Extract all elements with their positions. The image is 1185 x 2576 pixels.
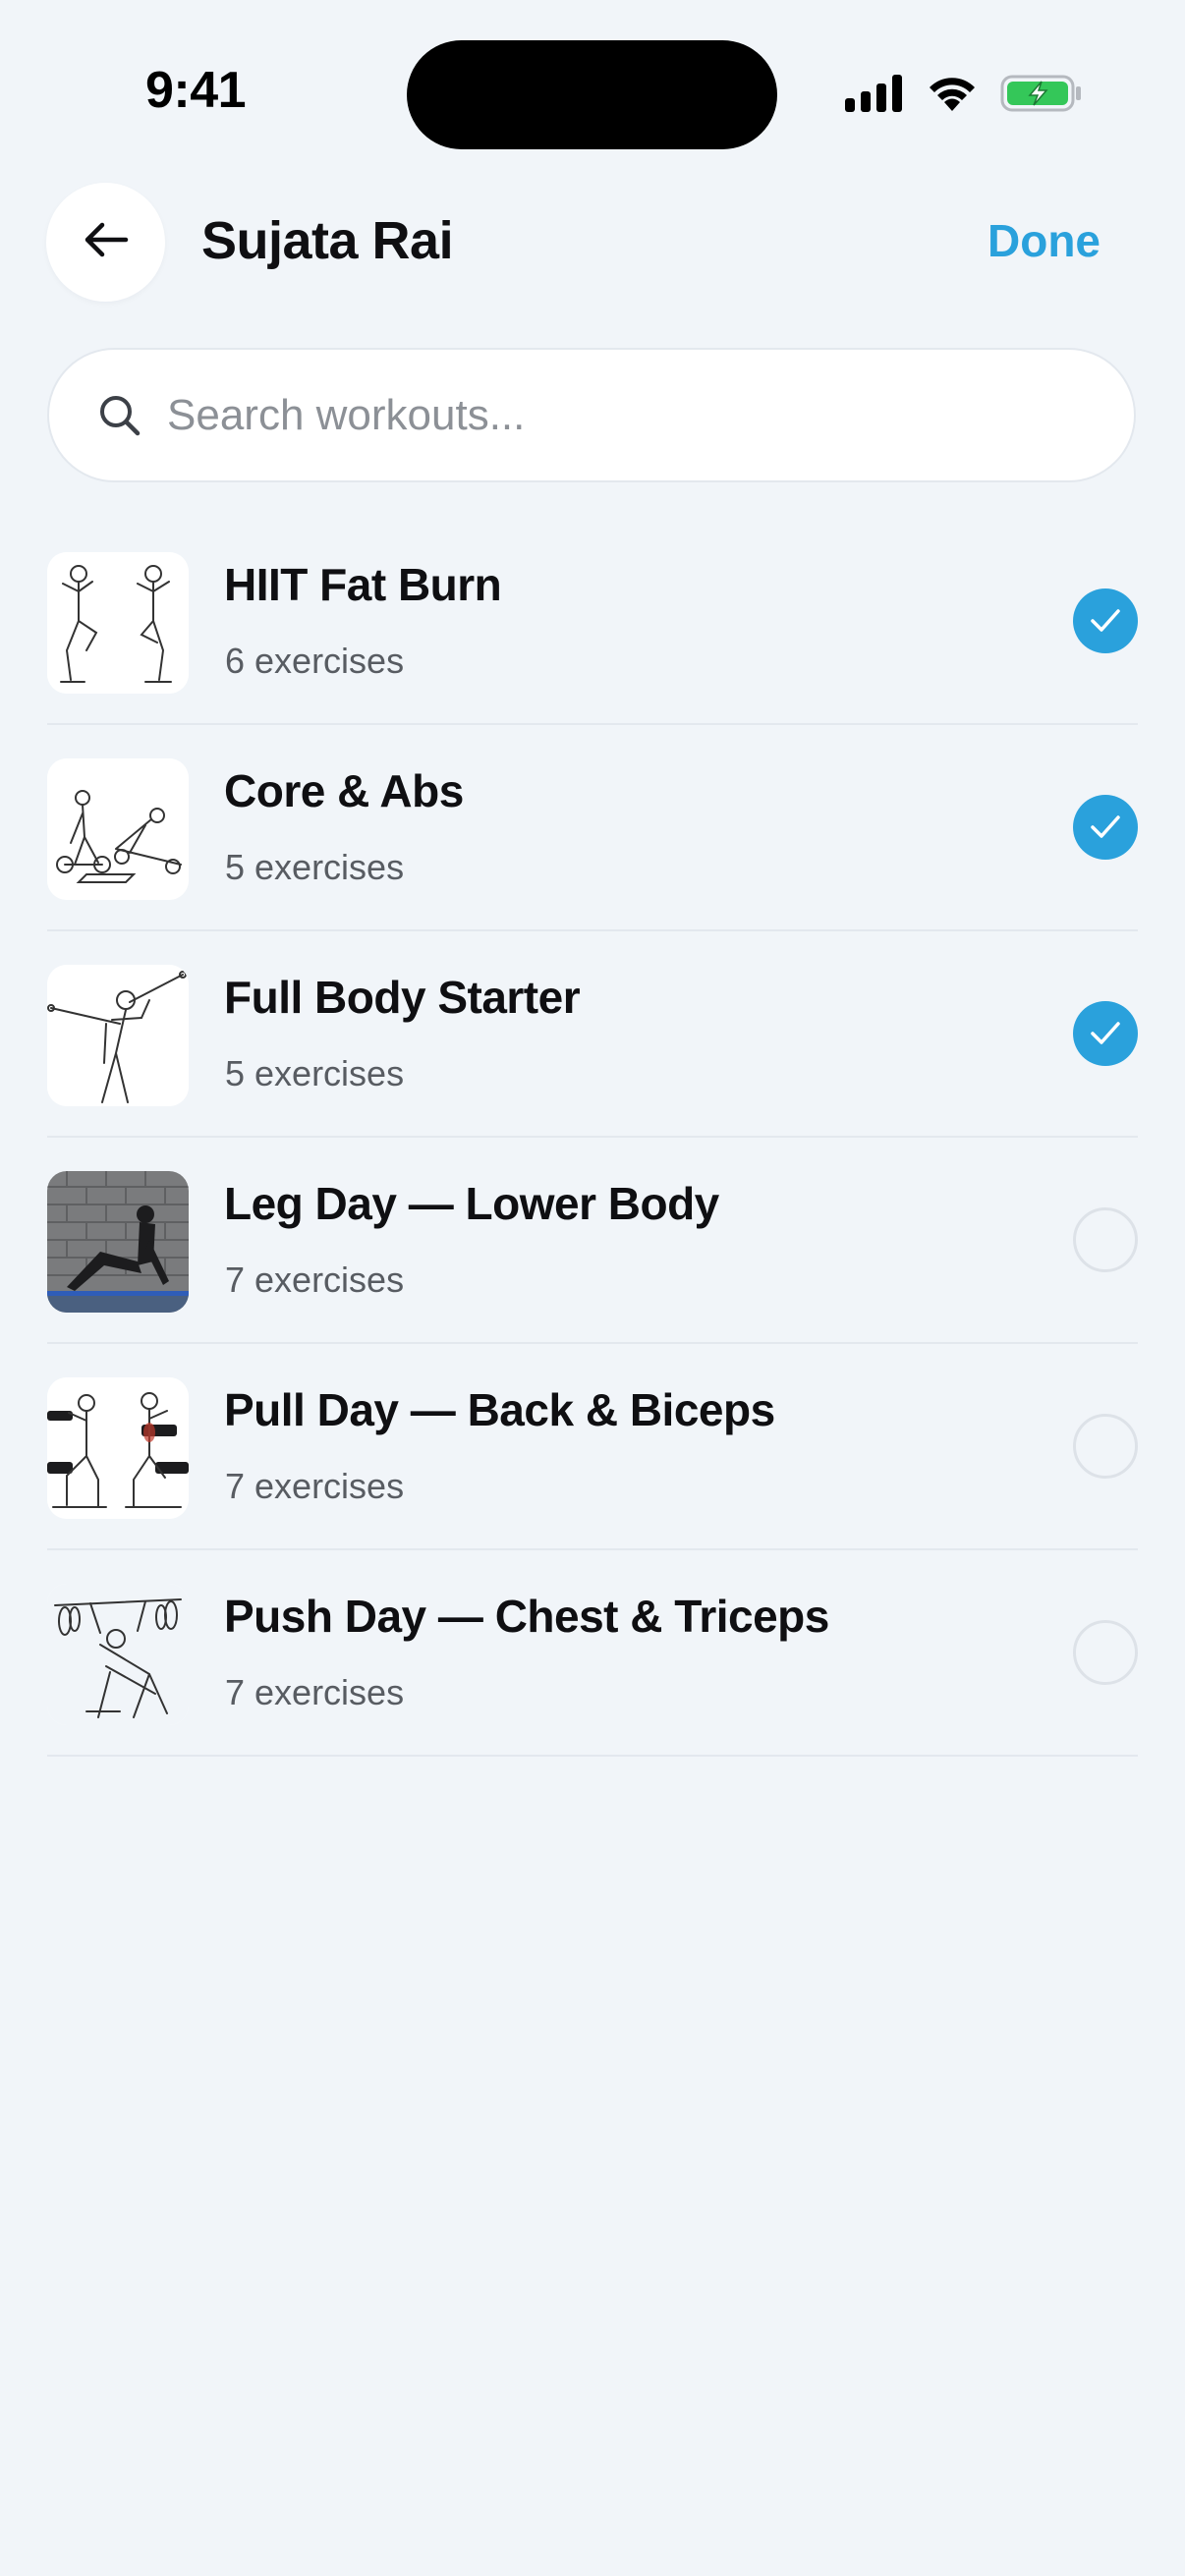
workout-row-leg-day[interactable]: Leg Day — Lower Body 7 exercises <box>47 1138 1138 1344</box>
dynamic-island <box>407 40 777 149</box>
workout-row-hiit-fat-burn[interactable]: HIIT Fat Burn 6 exercises <box>47 519 1138 725</box>
exercise-count: 7 exercises <box>225 1466 405 1506</box>
battery-charging-icon <box>1000 74 1083 118</box>
workout-row-core-abs[interactable]: Core & Abs 5 exercises <box>47 725 1138 931</box>
status-icons <box>845 73 1083 118</box>
selection-checkbox[interactable] <box>1073 1001 1138 1066</box>
selection-checkbox[interactable] <box>1073 1207 1138 1272</box>
workout-thumbnail <box>47 1584 189 1725</box>
exercise-count: 7 exercises <box>225 1260 405 1300</box>
selection-checkbox[interactable] <box>1073 1620 1138 1685</box>
workout-thumbnail <box>47 1171 189 1313</box>
header: Sujata Rai Done <box>0 183 1185 303</box>
arrow-left-icon <box>83 220 130 264</box>
workout-name: Leg Day — Lower Body <box>224 1178 719 1229</box>
workout-thumbnail <box>47 758 189 900</box>
exercise-count: 5 exercises <box>225 847 405 887</box>
workout-name: Pull Day — Back & Biceps <box>224 1384 775 1435</box>
selection-checkbox[interactable] <box>1073 1414 1138 1479</box>
workout-row-push-day[interactable]: Push Day — Chest & Triceps 7 exercises <box>47 1550 1138 1757</box>
wifi-icon <box>926 74 979 118</box>
workout-thumbnail <box>47 965 189 1106</box>
search-icon <box>98 394 141 437</box>
checkmark-icon <box>1091 609 1120 632</box>
workout-row-pull-day[interactable]: Pull Day — Back & Biceps 7 exercises <box>47 1344 1138 1550</box>
back-button[interactable] <box>46 183 165 302</box>
selection-checkbox[interactable] <box>1073 795 1138 860</box>
workout-name: Core & Abs <box>224 765 464 816</box>
checkmark-icon <box>1091 1022 1120 1044</box>
status-time: 9:41 <box>145 62 247 119</box>
exercise-count: 5 exercises <box>225 1053 405 1093</box>
exercise-count: 7 exercises <box>225 1672 405 1712</box>
done-button[interactable]: Done <box>988 214 1100 267</box>
status-bar: 9:41 <box>0 0 1185 149</box>
workout-name: Full Body Starter <box>224 972 581 1023</box>
selection-checkbox[interactable] <box>1073 588 1138 653</box>
search-input[interactable] <box>165 389 1053 441</box>
workout-list: HIIT Fat Burn 6 exercises Core & Abs 5 e… <box>47 519 1138 1757</box>
cellular-signal-icon <box>845 74 904 117</box>
workout-row-full-body-starter[interactable]: Full Body Starter 5 exercises <box>47 931 1138 1138</box>
workout-name: Push Day — Chest & Triceps <box>224 1591 829 1642</box>
checkmark-icon <box>1091 815 1120 838</box>
search-bar[interactable] <box>47 348 1136 482</box>
workout-name: HIIT Fat Burn <box>224 559 502 610</box>
page-title: Sujata Rai <box>201 211 454 270</box>
exercise-count: 6 exercises <box>225 641 405 681</box>
workout-thumbnail <box>47 552 189 694</box>
workout-thumbnail <box>47 1377 189 1519</box>
